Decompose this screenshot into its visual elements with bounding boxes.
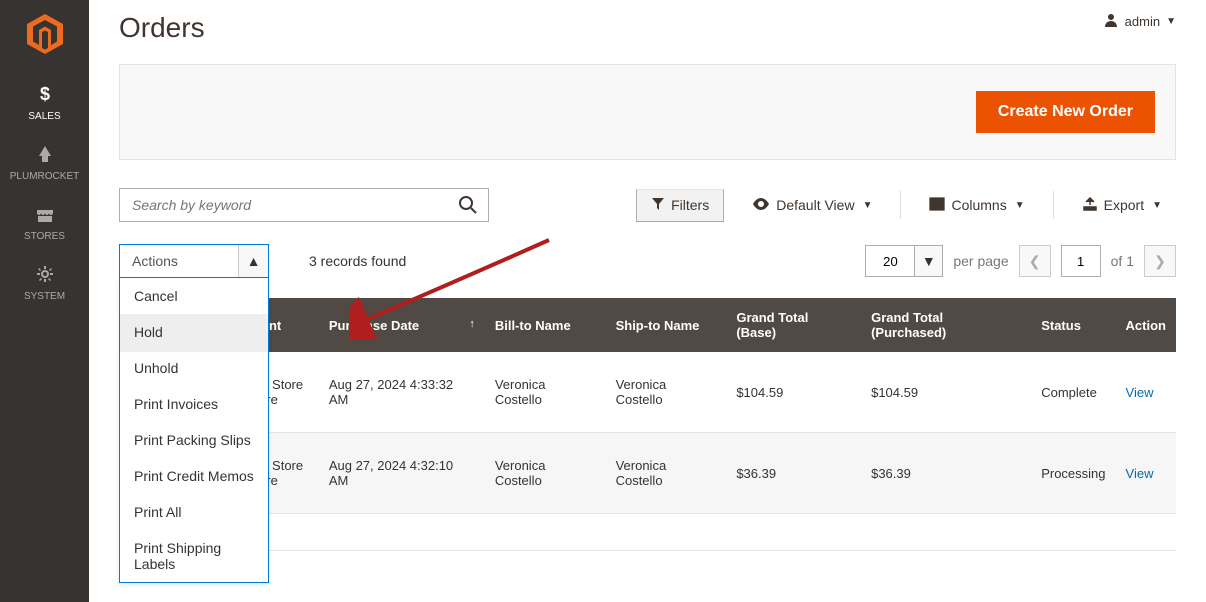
view-link[interactable]: View: [1126, 385, 1154, 400]
table-row[interactable]: Main Website Main Website Store Default …: [119, 433, 1176, 514]
sidebar-label: STORES: [24, 231, 65, 242]
user-icon: [1103, 12, 1119, 31]
table-row[interactable]: Main Website Main Website Store Default …: [119, 352, 1176, 433]
stores-icon: [0, 204, 89, 227]
sidebar-item-plumrocket[interactable]: PLUMROCKET: [0, 132, 89, 192]
page-number-input[interactable]: [1061, 245, 1101, 277]
export-label: Export: [1104, 197, 1144, 213]
default-view-label: Default View: [776, 197, 854, 213]
svg-text:$: $: [39, 84, 49, 104]
col-bill-to[interactable]: Bill-to Name: [485, 298, 606, 352]
action-print-invoices[interactable]: Print Invoices: [120, 386, 268, 422]
page-size-input[interactable]: [865, 245, 915, 277]
sidebar-item-stores[interactable]: STORES: [0, 192, 89, 252]
cell-gtp: $36.39: [861, 433, 1031, 514]
caret-down-icon: ▼: [863, 200, 873, 211]
cell-date: Aug 27, 2024 4:33:32 AM: [319, 352, 485, 433]
col-purchase-date[interactable]: Purchase Date↑: [319, 298, 485, 352]
caret-down-icon: ▼: [1166, 16, 1176, 27]
eye-icon: [752, 197, 770, 214]
next-page-button[interactable]: ❯: [1144, 245, 1176, 277]
columns-button[interactable]: Columns ▼: [915, 190, 1038, 221]
divider: [900, 191, 901, 219]
cell-status: Processing: [1031, 433, 1115, 514]
filters-label: Filters: [671, 197, 709, 213]
col-gt-purchased[interactable]: Grand Total (Purchased): [861, 298, 1031, 352]
sidebar-label: PLUMROCKET: [10, 171, 79, 182]
action-print-all[interactable]: Print All: [120, 494, 268, 530]
cell-ship: Veronica Costello: [606, 352, 727, 433]
caret-up-icon: ▲: [247, 253, 261, 269]
col-action: Action: [1116, 298, 1176, 352]
filters-button[interactable]: Filters: [636, 189, 724, 222]
plumrocket-icon: [0, 144, 89, 167]
user-menu[interactable]: admin ▼: [1103, 12, 1176, 31]
cell-gtb: $104.59: [726, 352, 861, 433]
col-gt-base[interactable]: Grand Total (Base): [726, 298, 861, 352]
magento-logo[interactable]: [25, 14, 65, 54]
sidebar: $ SALES PLUMROCKET STORES SYSTEM: [0, 0, 89, 602]
per-page-label: per page: [953, 253, 1008, 269]
caret-down-icon: ▼: [1015, 200, 1025, 211]
of-pages: of 1: [1111, 253, 1134, 269]
cell-bill: Veronica Costello: [485, 352, 606, 433]
cell-ship: Veronica Costello: [606, 433, 727, 514]
orders-table: ▼ PPurchase Point Purchase Date↑ Bill-to…: [119, 298, 1176, 551]
prev-page-button[interactable]: ❮: [1019, 245, 1051, 277]
dollar-icon: $: [0, 84, 89, 107]
action-cancel[interactable]: Cancel: [120, 278, 268, 314]
hero-bar: Create New Order: [119, 64, 1176, 160]
page-size-dropdown[interactable]: ▼: [915, 245, 943, 277]
page-title: Orders: [119, 12, 205, 44]
cell-gtb: $36.39: [726, 433, 861, 514]
cell-date: Aug 27, 2024 4:32:10 AM: [319, 433, 485, 514]
gear-icon: [0, 264, 89, 287]
search-box: [119, 188, 489, 222]
action-hold[interactable]: Hold: [120, 314, 268, 350]
export-icon: [1082, 197, 1098, 214]
action-unhold[interactable]: Unhold: [120, 350, 268, 386]
actions-menu: Cancel Hold Unhold Print Invoices Print …: [119, 278, 269, 583]
col-status[interactable]: Status: [1031, 298, 1115, 352]
chevron-left-icon: ❮: [1029, 253, 1041, 270]
col-ship-to[interactable]: Ship-to Name: [606, 298, 727, 352]
actions-label: Actions: [120, 253, 238, 269]
action-print-credit-memos[interactable]: Print Credit Memos: [120, 458, 268, 494]
sidebar-label: SYSTEM: [24, 291, 65, 302]
table-row[interactable]: Main Website: [119, 514, 1176, 551]
main-content: Orders admin ▼ Create New Order: [89, 0, 1206, 602]
funnel-icon: [651, 197, 665, 214]
search-button[interactable]: [448, 189, 488, 221]
cell-gtp: $104.59: [861, 352, 1031, 433]
sidebar-label: SALES: [28, 111, 60, 122]
pager: ▼ per page ❮ of 1 ❯: [865, 245, 1176, 277]
divider: [1053, 191, 1054, 219]
cell-bill: Veronica Costello: [485, 433, 606, 514]
caret-down-icon: ▼: [922, 253, 936, 269]
actions-dropdown[interactable]: Actions ▲: [119, 244, 269, 278]
sort-asc-icon: ↑: [469, 318, 475, 330]
user-name: admin: [1125, 14, 1160, 29]
view-link[interactable]: View: [1126, 466, 1154, 481]
actions-toggle[interactable]: ▲: [238, 245, 268, 277]
records-found: 3 records found: [309, 253, 406, 269]
search-input[interactable]: [120, 189, 448, 221]
caret-down-icon: ▼: [1152, 200, 1162, 211]
create-order-button[interactable]: Create New Order: [976, 91, 1155, 133]
default-view-button[interactable]: Default View ▼: [738, 190, 886, 221]
chevron-right-icon: ❯: [1154, 253, 1166, 270]
columns-icon: [929, 197, 945, 214]
columns-label: Columns: [951, 197, 1006, 213]
sidebar-item-system[interactable]: SYSTEM: [0, 252, 89, 312]
action-print-packing-slips[interactable]: Print Packing Slips: [120, 422, 268, 458]
cell-status: Complete: [1031, 352, 1115, 433]
export-button[interactable]: Export ▼: [1068, 190, 1176, 221]
sidebar-item-sales[interactable]: $ SALES: [0, 72, 89, 132]
action-print-shipping-labels[interactable]: Print Shipping Labels: [120, 530, 268, 582]
